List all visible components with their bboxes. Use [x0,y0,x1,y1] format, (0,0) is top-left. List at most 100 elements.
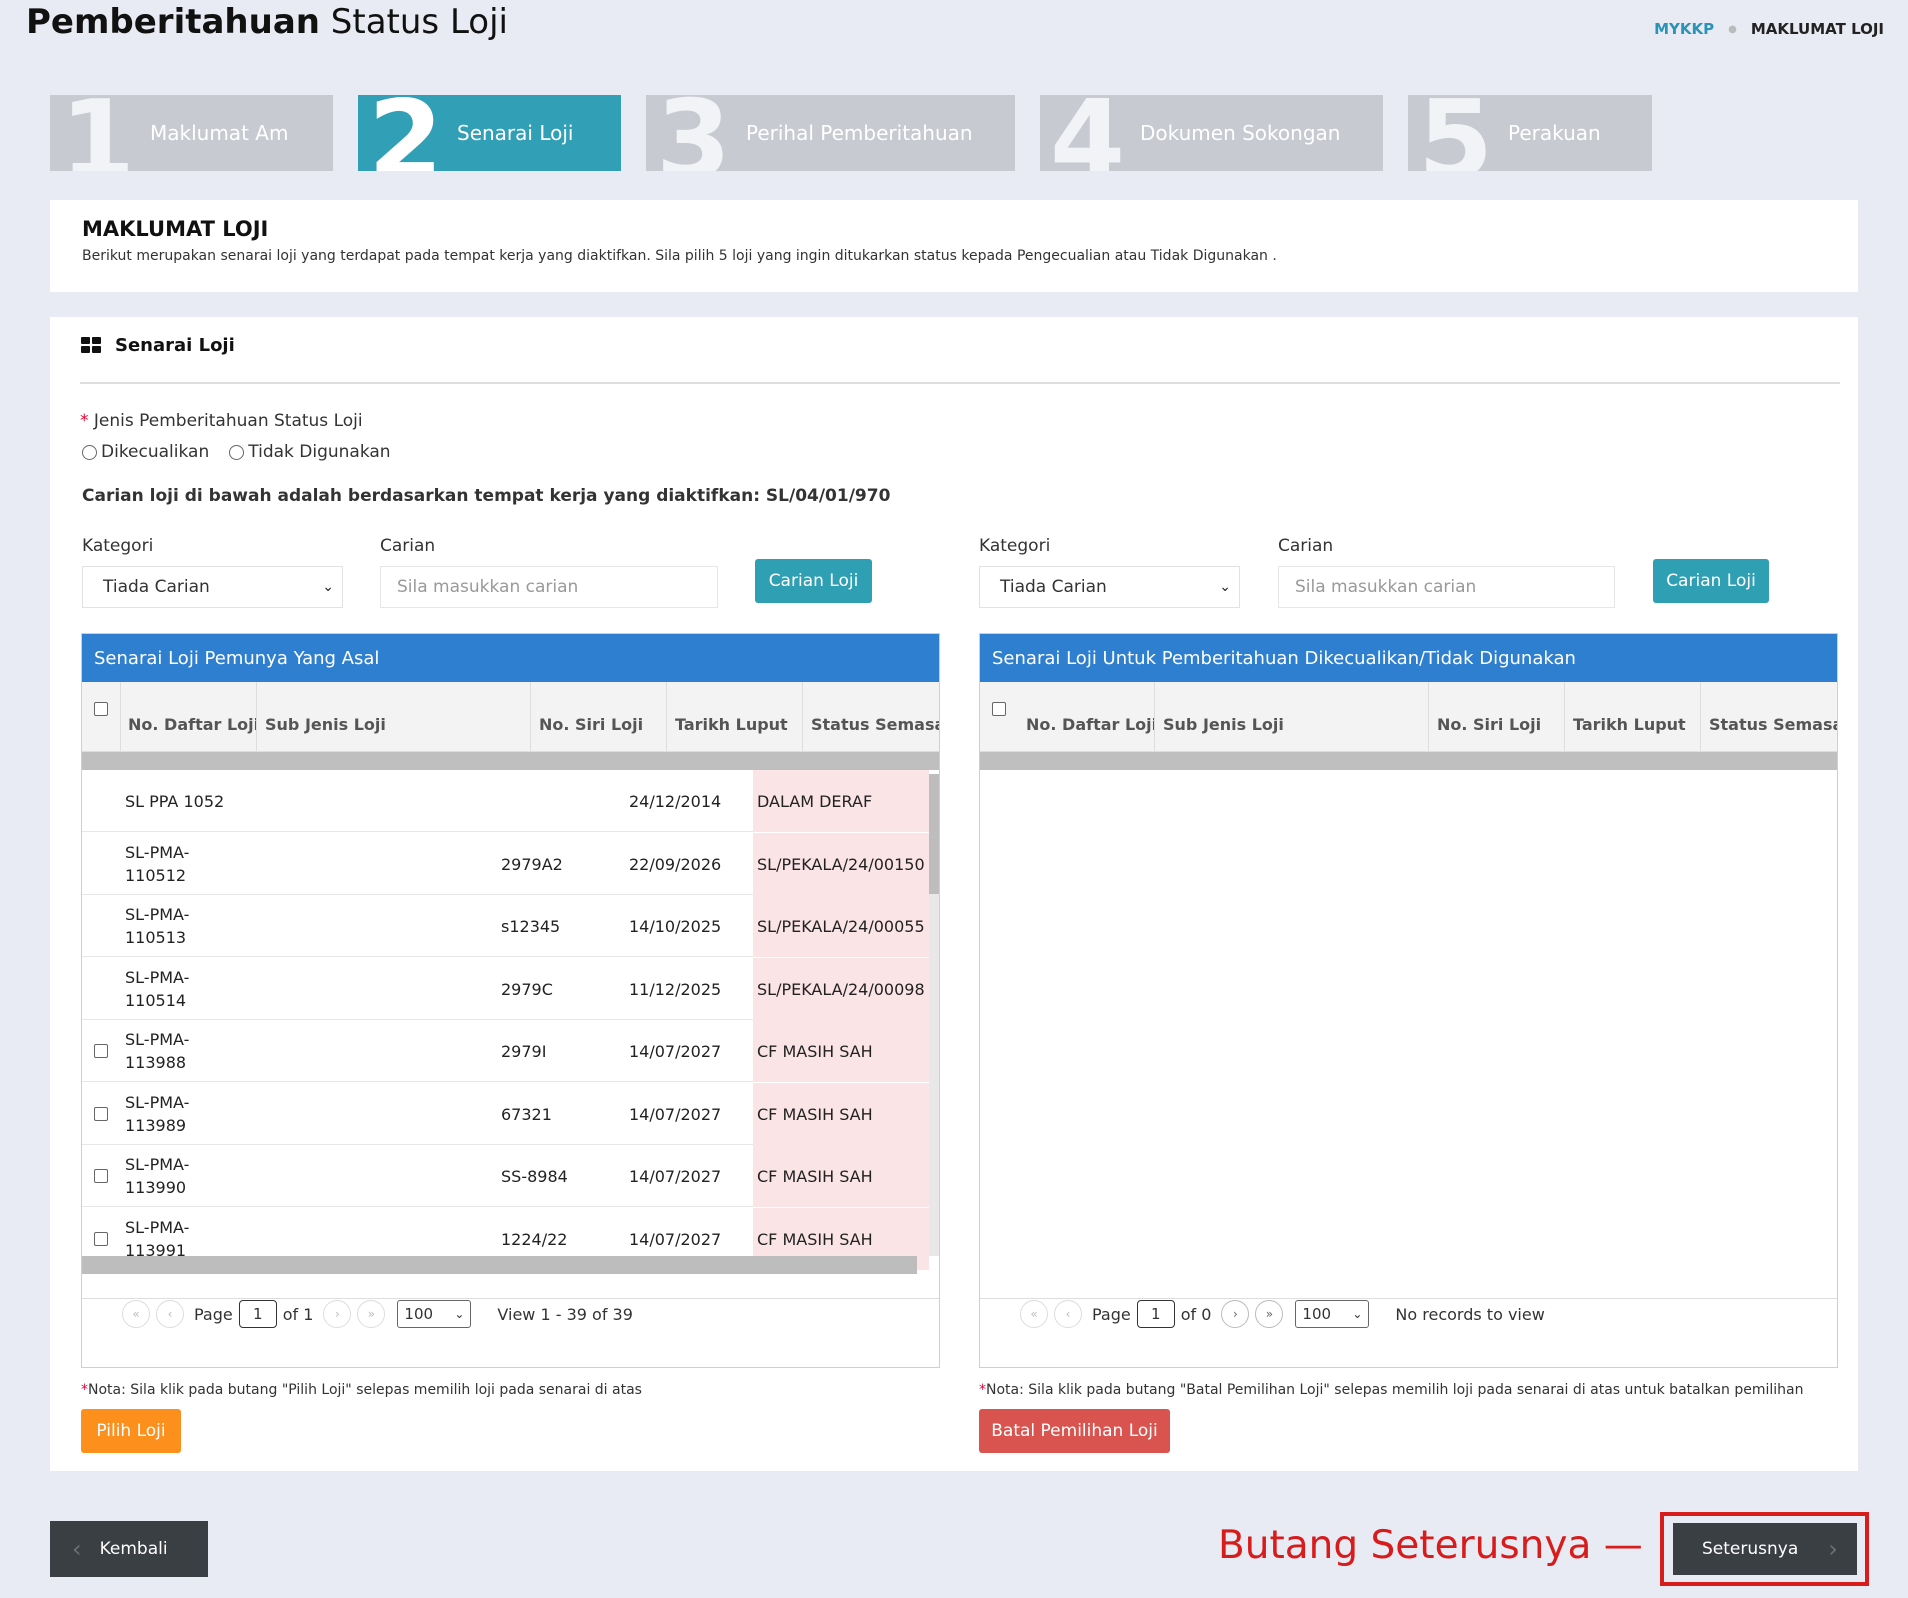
radio-label: Tidak Digunakan [248,442,391,462]
jenis-pemberitahuan-text: Jenis Pemberitahuan Status Loji [93,411,363,431]
right-note-text: Nota: Sila klik pada butang "Batal Pemil… [986,1382,1804,1398]
step-maklumat-am[interactable]: 1 Maklumat Am [50,95,333,171]
table-row[interactable]: SL-PMA- 110512 2979A2 22/09/2026 SL/PEKALA/… [82,832,929,895]
right-carian-input[interactable]: Sila masukkan carian [1278,566,1615,608]
pager-divider [980,1298,1837,1299]
prev-page-icon[interactable]: ‹ [156,1300,184,1328]
left-kategori-select[interactable]: Tiada Carian ⌄ [82,566,343,608]
page-number-input[interactable]: 1 [1136,1300,1175,1328]
annotation-label: Butang Seterusnya — [1218,1523,1643,1568]
chevron-right-icon: › [1828,1535,1838,1563]
step-perakuan[interactable]: 5 Perakuan [1408,95,1652,171]
cell-no-daftar: SL-PMA- 110513 [125,905,190,947]
left-note-text: Nota: Sila klik pada butang "Pilih Loji"… [88,1382,642,1398]
next-page-icon[interactable]: › [1221,1300,1250,1328]
batal-pemilihan-loji-button[interactable]: Batal Pemilihan Loji [979,1409,1170,1453]
select-all-checkbox[interactable] [94,702,108,716]
cell-no-daftar: SL-PMA- 113988 [125,1030,190,1072]
jenis-pemberitahuan-label: * Jenis Pemberitahuan Status Loji [80,411,363,431]
header-no-siri[interactable]: No. Siri Loji [1429,682,1565,752]
step-label: Senarai Loji [457,121,574,145]
step-label: Perihal Pemberitahuan [746,121,973,145]
scrollbar-thumb[interactable] [929,774,939,894]
left-grid-header: No. Daftar Loji Sub Jenis Loji No. Siri … [82,682,939,752]
table-row[interactable]: SL-PMA- 110513 s12345 14/10/2025 SL/PEKALA/… [82,895,929,957]
left-carian-label: Carian [380,536,436,556]
radio-label: Dikecualikan [101,442,210,462]
table-row[interactable]: SL-PMA- 113990 SS-8984 14/07/2027 CF MASIH … [82,1145,929,1207]
page-size-select[interactable]: 100 ⌄ [1295,1300,1370,1328]
left-carian-loji-button[interactable]: Carian Loji [755,559,872,603]
table-row[interactable]: SL-PMA- 113989 67321 14/07/2027 CF MASIH SA… [82,1082,929,1145]
required-mark: * [80,411,89,431]
radio-circle-icon[interactable] [82,444,97,460]
section-title: Senarai Loji [115,335,235,356]
header-status-semasa[interactable]: Status Semasa [803,682,939,752]
header-no-daftar[interactable]: No. Daftar Loji [120,682,257,752]
header-tarikh-luput[interactable]: Tarikh Luput [1565,682,1701,752]
page-title-light: Status Loji [330,2,508,42]
cell-no-siri: s12345 [501,917,561,936]
page-size-select[interactable]: 100 ⌄ [397,1300,472,1328]
kembali-button[interactable]: ‹ Kembali [50,1521,208,1577]
right-grid: Senarai Loji Untuk Pemberitahuan Dikecua… [979,633,1838,1368]
cell-status-semasa: CF MASIH SAH [757,1167,873,1186]
page-of-label: of 0 [1180,1304,1212,1324]
step-number: 2 [368,95,444,171]
seterusnya-label: Seterusnya [1702,1539,1799,1559]
right-carian-loji-button[interactable]: Carian Loji [1653,559,1769,603]
page-number-input[interactable]: 1 [238,1300,277,1328]
cell-tarikh-luput: 24/12/2014 [629,792,722,811]
seterusnya-button[interactable]: Seterusnya › [1673,1523,1857,1575]
select-all-checkbox[interactable] [992,702,1006,716]
row-checkbox[interactable] [94,1106,108,1121]
row-checkbox[interactable] [94,1044,108,1058]
right-kategori-label: Kategori [979,536,1051,556]
table-row[interactable]: SL-PMA- 110514 2979C 11/12/2025 SL/PEKALA/2… [82,957,929,1020]
right-kategori-select[interactable]: Tiada Carian ⌄ [979,566,1240,608]
prev-page-icon[interactable]: ‹ [1054,1300,1082,1328]
next-page-icon[interactable]: › [323,1300,352,1328]
row-checkbox[interactable] [94,1169,108,1183]
breadcrumb-separator-icon: ● [1728,23,1737,35]
left-note: *Nota: Sila klik pada butang "Pilih Loji… [81,1382,642,1398]
row-checkbox[interactable] [94,1231,108,1246]
grid-icon [81,337,101,353]
kembali-label: Kembali [99,1539,168,1559]
step-senarai-loji[interactable]: 2 Senarai Loji [358,95,621,171]
table-row[interactable]: SL-PMA- 113988 2979I 14/07/2027 CF MASIH SA… [82,1020,929,1082]
breadcrumb-home-link[interactable]: MYKKP [1654,20,1714,38]
step-perihal-pemberitahuan[interactable]: 3 Perihal Pemberitahuan [646,95,1015,171]
pilih-loji-button[interactable]: Pilih Loji [81,1409,181,1453]
last-page-icon[interactable]: » [357,1300,386,1328]
first-page-icon[interactable]: « [122,1300,150,1328]
header-status-semasa[interactable]: Status Semasa [1701,682,1837,752]
step-dokumen-sokongan[interactable]: 4 Dokumen Sokongan [1040,95,1383,171]
info-description: Berikut merupakan senarai loji yang terd… [82,248,1277,264]
right-carian-label: Carian [1278,536,1334,556]
last-page-icon[interactable]: » [1255,1300,1284,1328]
cell-no-siri: 2979I [501,1042,547,1061]
header-no-siri[interactable]: No. Siri Loji [531,682,667,752]
header-sub-jenis[interactable]: Sub Jenis Loji [1155,682,1429,752]
radio-circle-icon[interactable] [229,444,245,460]
radio-tidak-digunakan[interactable]: Tidak Digunakan [229,442,391,462]
header-sub-jenis[interactable]: Sub Jenis Loji [257,682,531,752]
first-page-icon[interactable]: « [1020,1300,1048,1328]
cell-status-semasa: DALAM DERAF [757,792,873,811]
horizontal-scrollbar[interactable] [82,1256,917,1274]
cell-tarikh-luput: 11/12/2025 [629,979,722,999]
header-tarikh-luput[interactable]: Tarikh Luput [667,682,803,752]
left-grid-caption: Senarai Loji Pemunya Yang Asal [82,634,939,682]
left-carian-input[interactable]: Sila masukkan carian [380,566,718,608]
right-note: *Nota: Sila klik pada butang "Batal Pemi… [979,1382,1804,1398]
cell-status-semasa: SL/PEKALA/24/00098 [757,979,925,999]
vertical-scrollbar[interactable] [929,774,939,1256]
cell-no-siri: 67321 [501,1104,552,1124]
radio-dikecualikan[interactable]: Dikecualikan [82,442,209,462]
table-row[interactable]: SL PPA 1052 24/12/2014 DALAM DERAF [82,770,929,832]
page-label: Page [194,1304,233,1324]
right-pager: « ‹ Page 1 of 0 › » 100 ⌄ No records to … [1020,1300,1545,1328]
left-grid-body: SL PPA 1052 24/12/2014 DALAM DERAF SL-PMA- … [82,770,939,1270]
header-no-daftar[interactable]: No. Daftar Loji [1018,682,1155,752]
